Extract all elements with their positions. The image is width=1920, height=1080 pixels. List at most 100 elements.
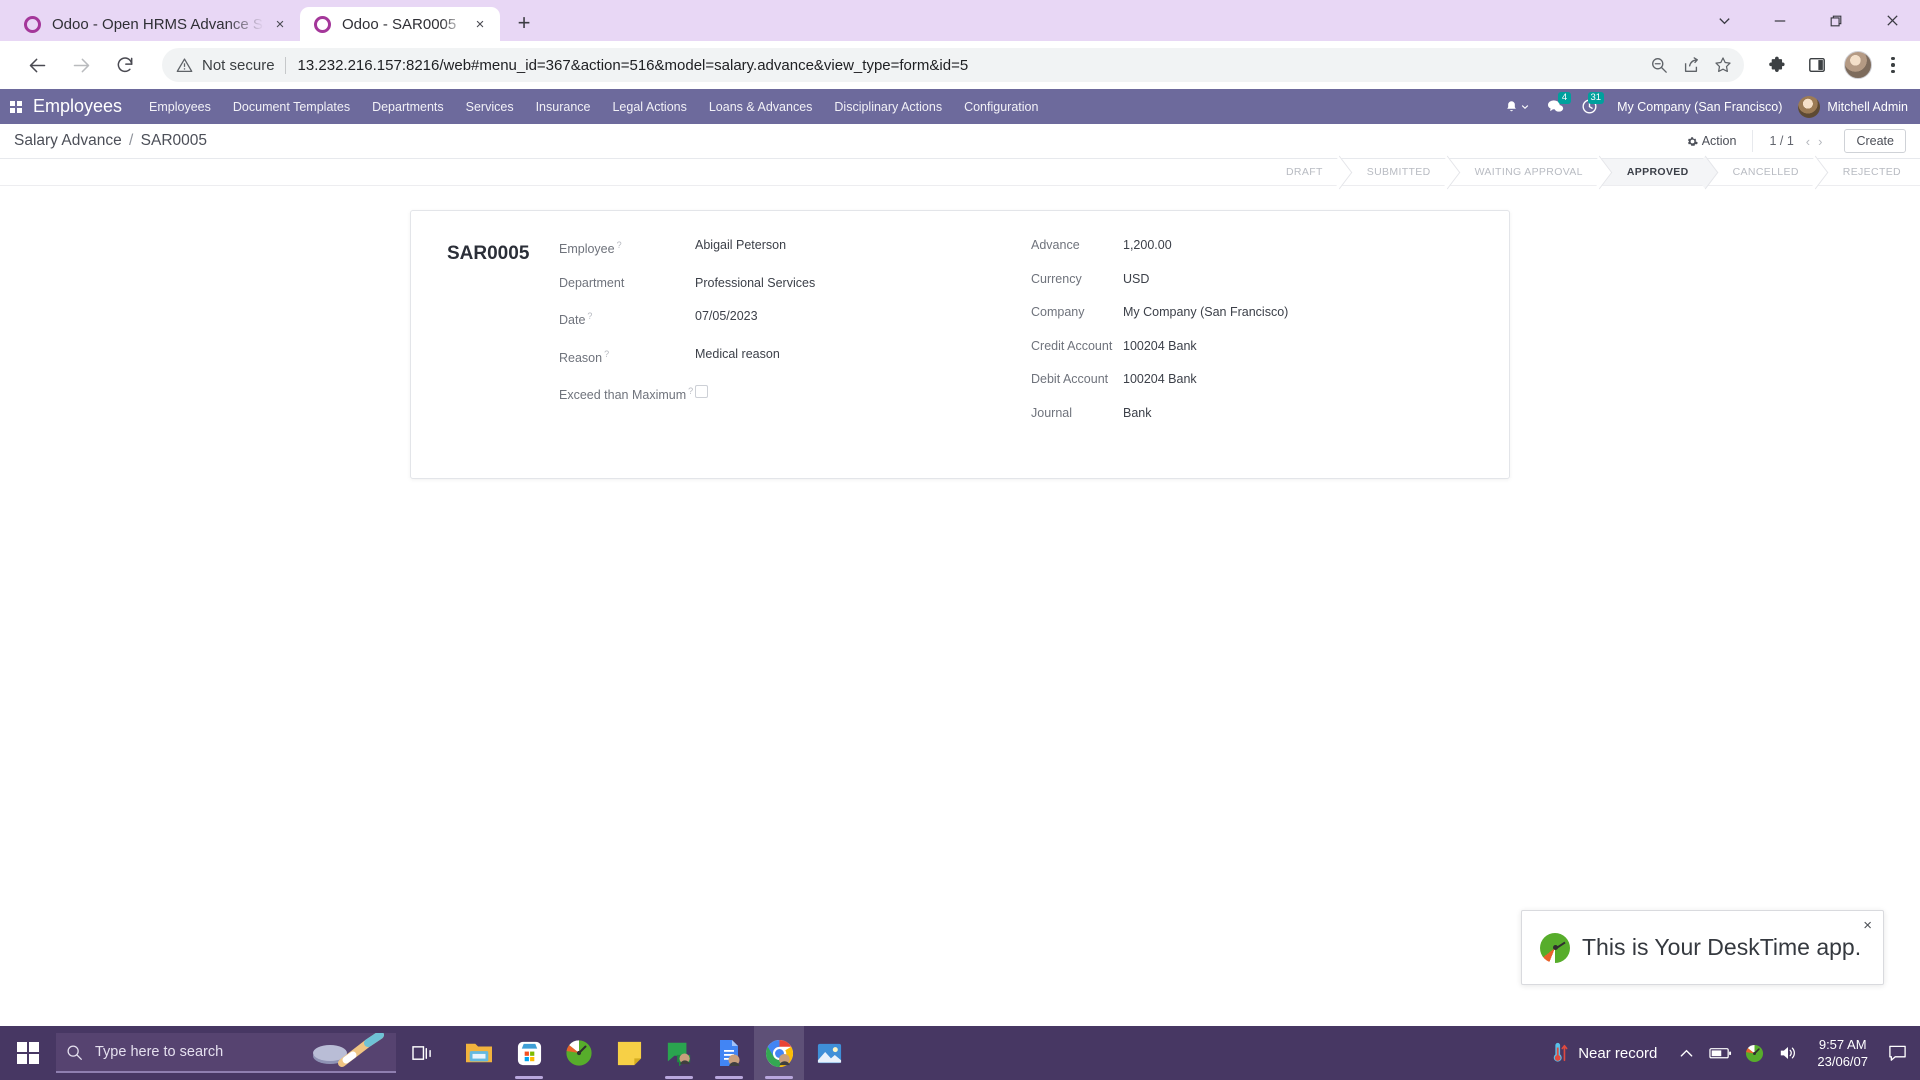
- help-tooltip-icon[interactable]: ?: [587, 311, 592, 321]
- odoo-navbar: Employees Employees Document Templates D…: [0, 89, 1920, 124]
- menu-item-loans-advances[interactable]: Loans & Advances: [698, 89, 824, 124]
- taskbar-app-sticky-notes[interactable]: [604, 1026, 654, 1080]
- close-icon[interactable]: ×: [270, 14, 290, 34]
- address-bar[interactable]: Not secure 13.232.216.157:8216/web#menu_…: [162, 48, 1744, 82]
- file-explorer-icon: [466, 1043, 492, 1063]
- taskbar-clock[interactable]: 9:57 AM 23/06/07: [1805, 1036, 1880, 1070]
- battery-icon[interactable]: [1703, 1026, 1737, 1080]
- apps-grid-icon[interactable]: [4, 89, 28, 124]
- field-value[interactable]: Bank: [1123, 405, 1152, 422]
- stage-rejected[interactable]: Rejected: [1817, 159, 1920, 185]
- messages-icon[interactable]: 4: [1539, 89, 1572, 124]
- thermometer-icon: [1553, 1042, 1568, 1062]
- help-tooltip-icon[interactable]: ?: [688, 386, 693, 396]
- task-view-button[interactable]: [396, 1026, 448, 1080]
- action-menu-button[interactable]: Action: [1671, 134, 1753, 148]
- volume-icon[interactable]: [1771, 1026, 1805, 1080]
- user-menu[interactable]: Mitchell Admin: [1794, 95, 1908, 118]
- forward-arrow-icon[interactable]: [64, 48, 98, 82]
- browser-tab-1[interactable]: Odoo - Open HRMS Advance Sal ×: [10, 7, 300, 41]
- side-panel-icon[interactable]: [1800, 48, 1834, 82]
- browser-tab-2[interactable]: Odoo - SAR0005 ×: [300, 7, 500, 41]
- omnibox-divider: [284, 56, 286, 74]
- tab-search-chevron-down-icon[interactable]: [1696, 0, 1752, 41]
- create-button[interactable]: Create: [1844, 129, 1906, 153]
- field-value[interactable]: 07/05/2023: [695, 308, 758, 325]
- field-label: Credit Account: [1031, 338, 1113, 353]
- stage-draft[interactable]: Draft: [1263, 159, 1342, 185]
- breadcrumb: Salary Advance / SAR0005: [14, 132, 207, 150]
- url-text: 13.232.216.157:8216/web#menu_id=367&acti…: [297, 56, 969, 74]
- pager-value: 1 / 1: [1769, 134, 1794, 148]
- menu-item-legal-actions[interactable]: Legal Actions: [601, 89, 697, 124]
- field-value[interactable]: 100204 Bank: [1123, 338, 1197, 355]
- task-view-icon: [411, 1045, 431, 1060]
- field-date: Date? 07/05/2023: [559, 308, 1001, 329]
- field-value[interactable]: Professional Services: [695, 275, 815, 292]
- stage-cancelled[interactable]: Cancelled: [1707, 159, 1818, 185]
- back-arrow-icon[interactable]: [20, 48, 54, 82]
- pager-next-button[interactable]: ›: [1818, 134, 1822, 149]
- exceed-than-maximum-checkbox[interactable]: [695, 385, 708, 399]
- activity-clock-icon[interactable]: 31: [1574, 89, 1605, 124]
- form-column-right: Advance 1,200.00 Currency USD Company My…: [1031, 237, 1473, 438]
- taskbar-app-google-chrome[interactable]: [754, 1026, 804, 1080]
- form-column-left: Employee? Abigail Peterson Department Pr…: [559, 237, 1031, 438]
- taskbar-app-desktime[interactable]: [554, 1026, 604, 1080]
- field-value[interactable]: 1,200.00: [1123, 237, 1172, 254]
- menu-item-insurance[interactable]: Insurance: [525, 89, 602, 124]
- menu-item-departments[interactable]: Departments: [361, 89, 455, 124]
- menu-item-configuration[interactable]: Configuration: [953, 89, 1049, 124]
- field-value[interactable]: Abigail Peterson: [695, 237, 786, 254]
- menu-item-employees[interactable]: Employees: [138, 89, 222, 124]
- desktime-notification-toast[interactable]: This is Your DeskTime app. ×: [1521, 910, 1884, 985]
- statusbar: Draft Submitted Waiting Approval Approve…: [1263, 159, 1920, 185]
- desktime-tray-icon[interactable]: [1737, 1026, 1771, 1080]
- close-icon[interactable]: ×: [470, 14, 490, 34]
- minimize-icon[interactable]: [1752, 0, 1808, 41]
- field-value[interactable]: USD: [1123, 271, 1149, 288]
- help-tooltip-icon[interactable]: ?: [604, 349, 609, 359]
- notification-center-icon[interactable]: [1880, 1026, 1914, 1080]
- menu-item-services[interactable]: Services: [455, 89, 525, 124]
- taskbar-search-box[interactable]: Type here to search: [56, 1033, 396, 1073]
- sticky-notes-icon: [617, 1041, 641, 1065]
- profile-avatar[interactable]: [1844, 51, 1872, 79]
- reload-icon[interactable]: [108, 48, 142, 82]
- start-button[interactable]: [0, 1026, 56, 1080]
- search-icon: [67, 1044, 82, 1060]
- tray-weather-widget[interactable]: Near record: [1537, 1042, 1669, 1064]
- show-hidden-icons-chevron-up-icon[interactable]: [1669, 1026, 1703, 1080]
- breadcrumb-root-link[interactable]: Salary Advance: [14, 132, 122, 149]
- taskbar-app-photos[interactable]: [804, 1026, 854, 1080]
- odoo-application: Employees Employees Document Templates D…: [0, 89, 1920, 1080]
- taskbar-app-google-docs[interactable]: [704, 1026, 754, 1080]
- field-value[interactable]: 100204 Bank: [1123, 371, 1197, 388]
- app-brand-name[interactable]: Employees: [28, 96, 138, 117]
- taskbar-app-microsoft-store[interactable]: [504, 1026, 554, 1080]
- stage-submitted[interactable]: Submitted: [1341, 159, 1450, 185]
- field-value[interactable]: My Company (San Francisco): [1123, 304, 1288, 321]
- close-window-icon[interactable]: [1864, 0, 1920, 41]
- menu-item-document-templates[interactable]: Document Templates: [222, 89, 361, 124]
- pager-previous-button[interactable]: ‹: [1806, 134, 1810, 149]
- extensions-puzzle-icon[interactable]: [1760, 48, 1794, 82]
- taskbar-app-whatsapp[interactable]: [654, 1026, 704, 1080]
- chrome-menu-kebab-icon[interactable]: [1878, 48, 1908, 82]
- menu-item-disciplinary-actions[interactable]: Disciplinary Actions: [823, 89, 953, 124]
- bookmark-star-icon[interactable]: [1708, 50, 1738, 80]
- zoom-out-icon[interactable]: [1644, 50, 1674, 80]
- field-label: Reason?: [559, 346, 695, 367]
- new-tab-button[interactable]: +: [509, 8, 539, 38]
- stage-waiting-approval[interactable]: Waiting Approval: [1449, 159, 1602, 185]
- notification-bell-icon[interactable]: [1497, 89, 1537, 124]
- stage-approved[interactable]: Approved: [1601, 159, 1708, 185]
- field-label: Company: [1031, 305, 1085, 319]
- field-value[interactable]: Medical reason: [695, 346, 780, 363]
- maximize-restore-icon[interactable]: [1808, 0, 1864, 41]
- company-switcher[interactable]: My Company (San Francisco): [1607, 100, 1792, 114]
- help-tooltip-icon[interactable]: ?: [617, 240, 622, 250]
- close-icon[interactable]: ×: [1863, 918, 1872, 933]
- share-icon[interactable]: [1676, 50, 1706, 80]
- taskbar-app-file-explorer[interactable]: [454, 1026, 504, 1080]
